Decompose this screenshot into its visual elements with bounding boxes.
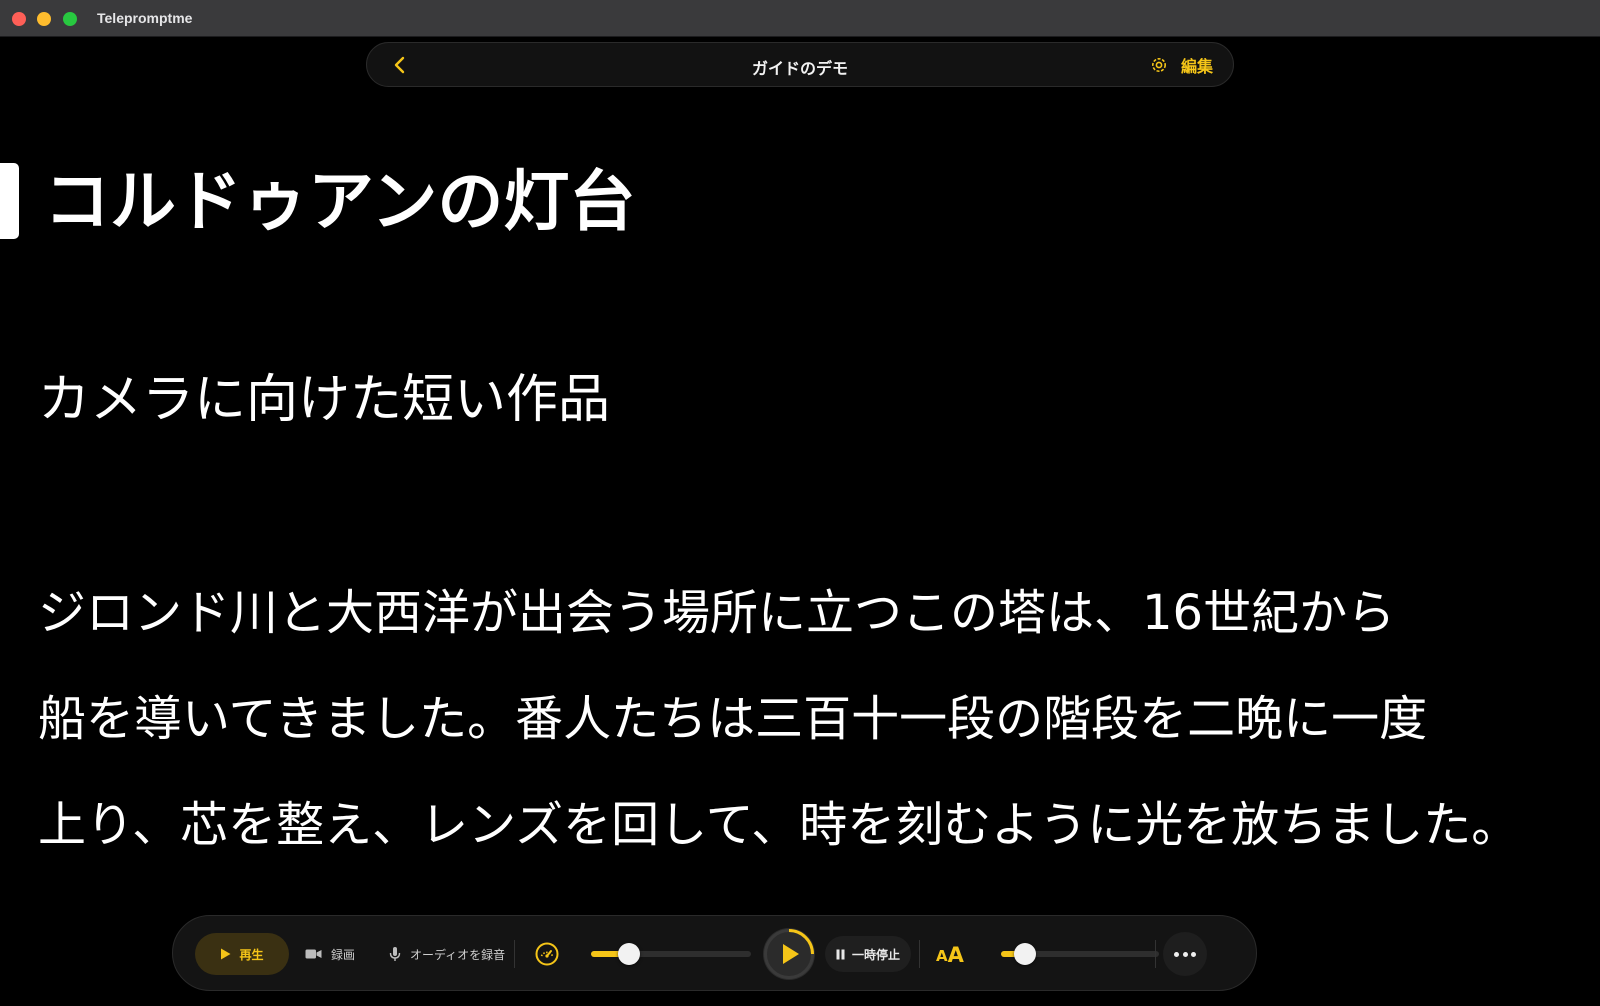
- pause-icon: [836, 949, 845, 959]
- microphone-icon: [389, 947, 401, 961]
- playback-control-bar: 再生 録画 オーディオを録音 一時停止 A A: [172, 915, 1257, 991]
- mode-play-button[interactable]: 再生: [195, 933, 289, 975]
- script-title: コルドゥアンの灯台: [44, 163, 636, 240]
- pause-label: 一時停止: [851, 947, 900, 962]
- script-line: 船を導いてきました。番人たちは三百十一段の階段を二晩に一度: [38, 691, 1428, 747]
- script-line: ジロンド川と大西洋が出会う場所に立つこの塔は、16世紀から: [38, 585, 1396, 641]
- font-size-small-glyph: A: [936, 947, 948, 965]
- edit-label: 編集: [1180, 57, 1213, 76]
- mode-audio-label: オーディオを録音: [410, 947, 506, 962]
- window-zoom-button[interactable]: [63, 12, 77, 26]
- divider: [514, 940, 515, 968]
- font-size-large-glyph: A: [947, 943, 964, 967]
- speed-slider[interactable]: [591, 943, 751, 965]
- video-camera-icon: [305, 949, 322, 959]
- window-titlebar: Telepromptme: [0, 0, 1600, 37]
- mode-play-label: 再生: [239, 947, 264, 962]
- font-size-icon: A A: [936, 941, 964, 967]
- mode-audio-button[interactable]: オーディオを録音: [389, 933, 505, 975]
- mode-record-label: 録画: [331, 947, 356, 962]
- speed-slider-thumb[interactable]: [618, 943, 641, 965]
- speedometer-icon: [535, 942, 559, 966]
- play-icon: [221, 948, 231, 960]
- top-navigation-bar: ガイドのデモ 編集: [366, 42, 1234, 87]
- play-button[interactable]: [763, 928, 815, 980]
- more-options-button[interactable]: [1163, 932, 1207, 976]
- page-title: ガイドのデモ: [751, 59, 848, 78]
- pause-button[interactable]: 一時停止: [825, 936, 911, 972]
- divider: [919, 940, 920, 968]
- gear-icon: [1151, 58, 1166, 72]
- app-title: Telepromptme: [97, 10, 193, 26]
- mode-record-button[interactable]: 録画: [305, 933, 355, 975]
- script-line: 上り、芯を整え、レンズを回して、時を刻むように光を放ちました。: [38, 797, 1520, 853]
- window-close-button[interactable]: [12, 12, 26, 26]
- window-minimize-button[interactable]: [37, 12, 51, 26]
- font-size-slider-thumb[interactable]: [1013, 943, 1036, 965]
- play-icon: [764, 929, 814, 979]
- edit-button[interactable]: 編集: [1149, 54, 1213, 76]
- script-subtitle: カメラに向けた短い作品: [38, 370, 611, 430]
- reading-position-marker: [0, 163, 19, 239]
- divider: [1155, 940, 1156, 968]
- script-body: ジロンド川と大西洋が出会う場所に立つこの塔は、16世紀から 船を導いてきました。…: [38, 560, 1578, 878]
- font-size-slider[interactable]: [1001, 943, 1159, 965]
